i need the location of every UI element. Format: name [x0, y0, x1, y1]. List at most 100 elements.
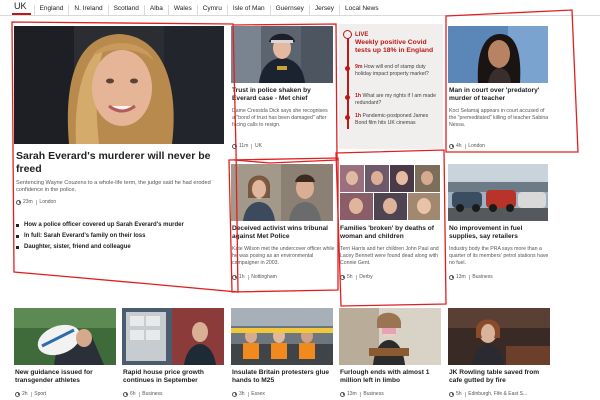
live-panel[interactable]: LIVE Weekly positive Covid tests up 18% …	[339, 24, 443, 149]
clock-icon	[123, 391, 128, 397]
main-story-headline[interactable]: Sarah Everard's murderer will never be f…	[16, 150, 226, 175]
bottom-story-headline[interactable]: Rapid house price growth continues in Se…	[123, 369, 225, 385]
bottom-story-meta: 13m Business	[340, 391, 384, 397]
fuel-story-time: 13m	[456, 274, 466, 280]
main-story-summary: Sentencing Wayne Couzens to a whole-life…	[16, 180, 211, 194]
live-update[interactable]: 1h Pandemic-postponed James Bond film hi…	[355, 113, 440, 127]
live-title[interactable]: Weekly positive Covid tests up 18% in En…	[355, 39, 440, 55]
trust-story-image[interactable]	[231, 26, 333, 83]
meta-divider	[468, 274, 470, 280]
live-update[interactable]: 1h What are my rights if I am made redun…	[355, 93, 440, 107]
bottom-story-image[interactable]	[122, 308, 224, 365]
bottom-story-image[interactable]	[448, 308, 550, 365]
activist-story-time: 1h	[239, 274, 245, 280]
clock-icon	[232, 391, 237, 397]
activist-story-summary: Kate Wilson met the undercover officer w…	[232, 246, 335, 266]
families-story-headline[interactable]: Families 'broken' by deaths of woman and…	[340, 225, 440, 241]
live-update[interactable]: 9m How will end of stamp duty holiday im…	[355, 64, 440, 78]
bottom-story-headline[interactable]: New guidance issued for transgender athl…	[15, 369, 115, 385]
families-story-section[interactable]: Derby	[359, 274, 372, 280]
nav-item-alba[interactable]: Alba	[143, 5, 168, 15]
bottom-story-image[interactable]	[14, 308, 116, 365]
fuel-story-image[interactable]	[448, 164, 548, 221]
related-links-list: How a police officer covered up Sarah Ev…	[16, 222, 226, 255]
meta-divider	[464, 391, 466, 397]
court-story-headline[interactable]: Man in court over 'predatory' murder of …	[449, 87, 549, 103]
clock-icon	[232, 143, 237, 149]
nav-item-england[interactable]: England	[33, 5, 69, 15]
nav-item-n-ireland[interactable]: N. Ireland	[68, 5, 107, 15]
bottom-story-image[interactable]	[231, 308, 333, 365]
clock-icon	[340, 274, 345, 280]
bottom-story-headline[interactable]: Furlough ends with almost 1 million left…	[340, 369, 442, 385]
bottom-story-headline[interactable]: JK Rowling table saved from cafe gutted …	[449, 369, 549, 385]
bottom-story-section[interactable]: Sport	[34, 391, 46, 397]
meta-divider	[247, 391, 249, 397]
meta-divider	[138, 391, 140, 397]
court-story-time: 4h	[456, 143, 462, 149]
nav-item-scotland[interactable]: Scotland	[107, 5, 144, 15]
fuel-story-meta: 13m Business	[449, 274, 493, 280]
bottom-story-headline[interactable]: Insulate Britain protesters glue hands t…	[232, 369, 334, 385]
bottom-story-section[interactable]: Edinburgh, Fife & East S...	[468, 391, 527, 397]
activist-story-meta: 1h Nottingham	[232, 274, 277, 280]
activist-story-headline[interactable]: Deceived activist wins tribunal against …	[232, 225, 336, 241]
bottom-story-section[interactable]: Essex	[251, 391, 265, 397]
main-story-section[interactable]: London	[39, 199, 56, 205]
bottom-story-section[interactable]: Business	[363, 391, 383, 397]
trust-story-summary: Dame Cressida Dick says she recognises a…	[232, 108, 328, 128]
nav-item-jersey[interactable]: Jersey	[308, 5, 339, 15]
fuel-story-summary: Industry body the PRA says more than a q…	[449, 246, 549, 266]
meta-divider	[30, 391, 32, 397]
bottom-story-section[interactable]: Business	[142, 391, 162, 397]
meta-divider	[251, 143, 253, 149]
bottom-story-meta: 3h Essex	[232, 391, 265, 397]
related-link[interactable]: How a police officer covered up Sarah Ev…	[16, 222, 226, 228]
clock-icon	[449, 391, 454, 397]
court-story-image[interactable]	[448, 26, 548, 83]
main-story-meta: 23m London	[16, 199, 56, 205]
trust-story-headline[interactable]: Trust in police shaken by Everard case -…	[232, 87, 332, 103]
nav-item-cymru[interactable]: Cymru	[196, 5, 227, 15]
clock-icon	[449, 274, 454, 280]
meta-divider	[35, 199, 37, 205]
clock-icon	[15, 391, 20, 397]
bottom-story-meta: 2h Sport	[15, 391, 46, 397]
families-story-image[interactable]	[339, 164, 441, 221]
trust-story-meta: 11m UK	[232, 143, 262, 149]
nav-item-wales[interactable]: Wales	[167, 5, 197, 15]
court-story-section[interactable]: London	[468, 143, 485, 149]
nav-item-guernsey[interactable]: Guernsey	[269, 5, 309, 15]
related-link[interactable]: Daughter, sister, friend and colleague	[16, 244, 226, 250]
nav-item-isle-of-man[interactable]: Isle of Man	[226, 5, 270, 15]
top-navigation: UK England N. Ireland Scotland Alba Wale…	[0, 0, 600, 16]
timeline-dot	[345, 66, 350, 71]
main-story-image[interactable]	[14, 26, 224, 144]
bottom-story-meta: 5h Edinburgh, Fife & East S...	[449, 391, 527, 397]
bottom-story-image[interactable]	[339, 308, 441, 365]
meta-divider	[355, 274, 357, 280]
clock-icon	[449, 143, 454, 149]
trust-story-section[interactable]: UK	[255, 143, 262, 149]
related-link[interactable]: In full: Sarah Everard's family on their…	[16, 233, 226, 239]
families-story-meta: 5h Derby	[340, 274, 373, 280]
activist-story-section[interactable]: Nottingham	[251, 274, 277, 280]
bottom-story-time: 6h	[130, 391, 136, 397]
court-story-summary: Koci Selamaj appears in court accused of…	[449, 108, 549, 128]
bottom-story-time: 13m	[347, 391, 357, 397]
bottom-story-time: 3h	[239, 391, 245, 397]
clock-icon	[16, 199, 21, 205]
timeline-dot	[345, 115, 350, 120]
meta-divider	[359, 391, 361, 397]
fuel-story-headline[interactable]: No improvement in fuel supplies, say ret…	[449, 225, 549, 241]
fuel-story-section[interactable]: Business	[472, 274, 492, 280]
main-story-time: 23m	[23, 199, 33, 205]
clock-icon	[232, 274, 237, 280]
clock-icon	[340, 391, 345, 397]
activist-story-image[interactable]	[231, 164, 333, 221]
live-icon	[343, 30, 352, 39]
nav-item-local-news[interactable]: Local News	[338, 5, 384, 15]
court-story-meta: 4h London	[449, 143, 485, 149]
live-label: LIVE	[355, 32, 369, 38]
nav-item-uk[interactable]: UK	[12, 1, 31, 15]
